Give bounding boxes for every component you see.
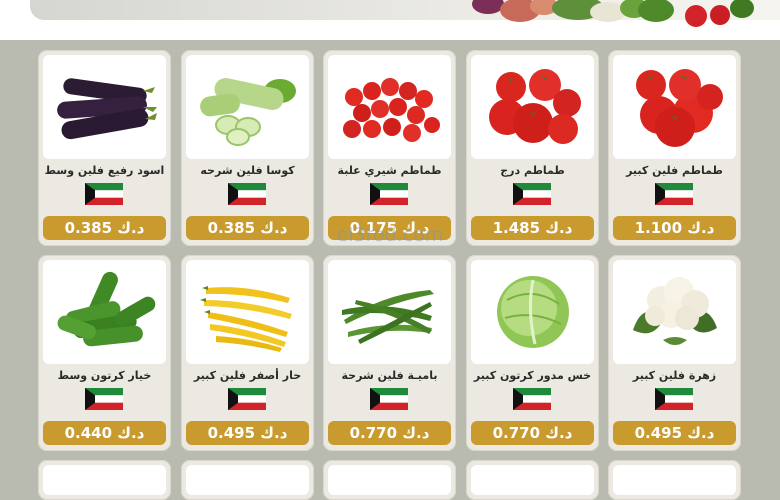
tomato-icon — [489, 69, 581, 144]
kuwait-flag-icon — [85, 183, 123, 205]
product-name: زهرة فلين كبير — [632, 369, 717, 382]
product-image — [43, 260, 166, 364]
product-image — [613, 55, 736, 159]
product-card[interactable]: خيار كرتون وسط 0.440 د.ك — [38, 255, 171, 451]
price-tag: 0.495 د.ك — [186, 421, 309, 445]
product-grid: طماطم فلين كبير 1.100 د.ك طماطم درج 1.48… — [38, 50, 742, 500]
price-tag: 0.385 د.ك — [43, 216, 166, 240]
product-card-partial — [38, 460, 171, 500]
product-name: خس مدور كرتون كبير — [473, 369, 592, 382]
product-card-partial — [466, 460, 599, 500]
product-card[interactable]: اسود رفيع فلين وسط 0.385 د.ك — [38, 50, 171, 246]
product-card[interactable]: طماطم شيري علبة 0.175 د.ك — [323, 50, 456, 246]
product-card[interactable]: باميـة فلين شرحة 0.770 د.ك — [323, 255, 456, 451]
eggplant-icon — [57, 78, 157, 140]
lettuce-icon — [497, 276, 569, 348]
price-tag: 1.485 د.ك — [471, 216, 594, 240]
kuwait-flag-icon — [655, 388, 693, 410]
cucumber-icon — [57, 271, 156, 347]
tomato-icon — [636, 69, 723, 147]
kuwait-flag-icon — [85, 388, 123, 410]
product-image — [43, 55, 166, 159]
product-card-partial — [323, 460, 456, 500]
top-banner — [0, 0, 780, 40]
cauliflower-icon — [633, 277, 717, 345]
product-image — [186, 260, 309, 364]
product-name: باميـة فلين شرحة — [341, 369, 438, 382]
product-image — [328, 260, 451, 364]
watermark-text: el3rod.com — [336, 224, 444, 246]
kuwait-flag-icon — [655, 183, 693, 205]
product-card[interactable]: كوسا فلين شرحه 0.385 د.ك — [181, 50, 314, 246]
product-name: اسود رفيع فلين وسط — [44, 164, 165, 177]
product-image — [471, 260, 594, 364]
kuwait-flag-icon — [228, 183, 266, 205]
yellow-pepper-icon — [200, 286, 292, 352]
product-image — [328, 55, 451, 159]
kuwait-flag-icon — [370, 388, 408, 410]
product-card[interactable]: خس مدور كرتون كبير 0.770 د.ك — [466, 255, 599, 451]
price-tag: 1.100 د.ك — [613, 216, 736, 240]
vegetables-banner-image — [472, 0, 754, 27]
product-card[interactable]: طماطم فلين كبير 1.100 د.ك — [608, 50, 741, 246]
price-tag: 0.495 د.ك — [613, 421, 736, 445]
product-card-partial — [181, 460, 314, 500]
product-card[interactable]: زهرة فلين كبير 0.495 د.ك — [608, 255, 741, 451]
kuwait-flag-icon — [513, 388, 551, 410]
product-name: طماطم فلين كبير — [626, 164, 723, 177]
product-image — [613, 260, 736, 364]
kuwait-flag-icon — [513, 183, 551, 205]
price-tag: 0.770 د.ك — [471, 421, 594, 445]
product-name: خيار كرتون وسط — [57, 369, 152, 382]
price-tag: 0.440 د.ك — [43, 421, 166, 445]
product-card[interactable]: حار أصفر فلين كبير 0.495 د.ك — [181, 255, 314, 451]
cherry-tomato-icon — [343, 78, 440, 142]
product-image — [471, 55, 594, 159]
product-name: طماطم درج — [500, 164, 565, 177]
zucchini-icon — [200, 78, 296, 146]
product-image — [186, 55, 309, 159]
product-name: طماطم شيري علبة — [337, 164, 442, 177]
product-card[interactable]: طماطم درج 1.485 د.ك — [466, 50, 599, 246]
price-tag: 0.770 د.ك — [328, 421, 451, 445]
price-tag: 0.385 د.ك — [186, 216, 309, 240]
product-card-partial — [608, 460, 741, 500]
kuwait-flag-icon — [370, 183, 408, 205]
okra-icon — [342, 290, 434, 344]
product-name: كوسا فلين شرحه — [200, 164, 295, 177]
kuwait-flag-icon — [228, 388, 266, 410]
product-name: حار أصفر فلين كبير — [193, 369, 302, 382]
